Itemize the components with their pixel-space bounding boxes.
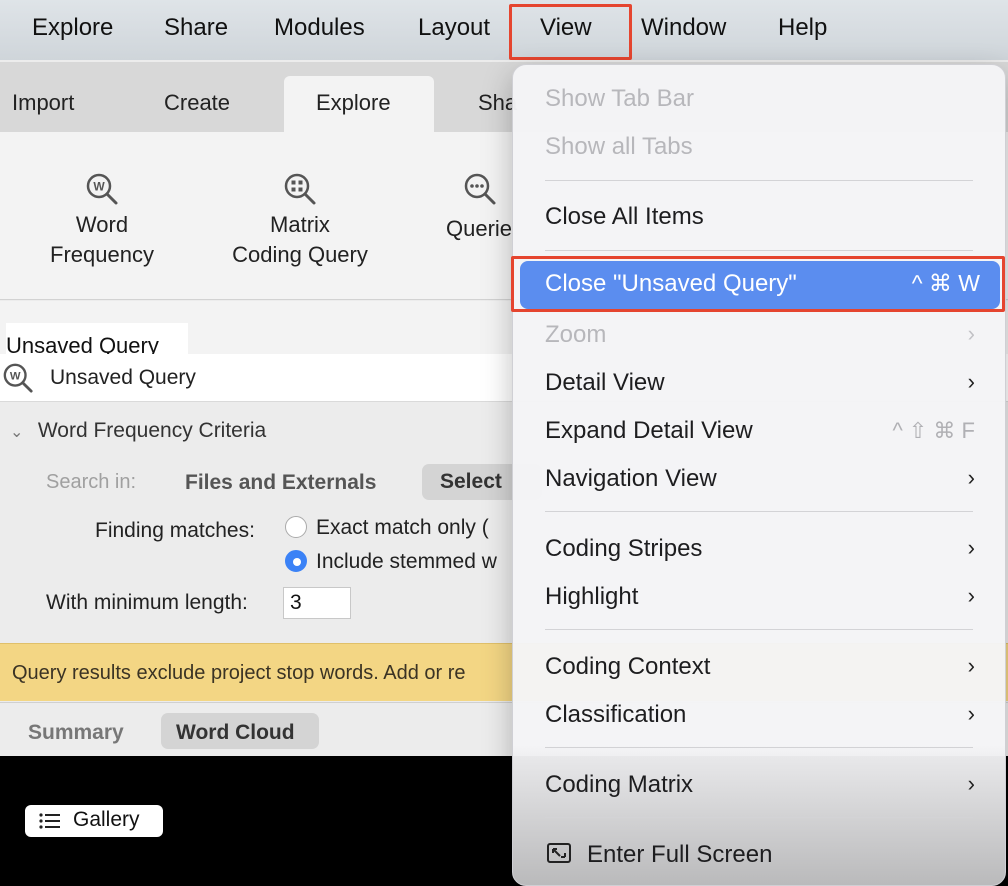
menu-item-zoom[interactable]: Zoom	[545, 321, 606, 349]
chevron-right-icon: ›	[967, 369, 975, 394]
queries-icon	[464, 173, 496, 205]
tab-word-cloud[interactable]: Word Cloud	[176, 721, 295, 745]
word-frequency-query-icon: W	[3, 363, 33, 393]
expand-detail-view-shortcut: ^ ⇧ ⌘ F	[892, 418, 975, 443]
menu-item-coding-stripes[interactable]: Coding Stripes	[545, 535, 702, 563]
tab-create[interactable]: Create	[164, 90, 230, 116]
view-menu-annotation-box	[509, 4, 632, 60]
minimum-length-input[interactable]: 3	[283, 587, 351, 619]
menu-item-enter-full-screen[interactable]: Enter Full Screen	[587, 841, 772, 869]
matrix-query-label-2: Coding Query	[232, 242, 368, 267]
query-name: Unsaved Query	[50, 366, 196, 389]
menu-separator	[545, 250, 973, 251]
menu-separator	[545, 180, 973, 181]
exact-match-label: Exact match only (	[316, 516, 489, 539]
chevron-right-icon: ›	[967, 465, 975, 490]
menu-modules[interactable]: Modules	[274, 14, 365, 42]
view-dropdown-menu: Show Tab Bar Show all Tabs Close All Ite…	[512, 64, 1006, 886]
matrix-coding-query-button[interactable]: Matrix Coding Query	[220, 172, 380, 270]
svg-text:W: W	[10, 370, 21, 382]
queries-label: Querie	[446, 216, 513, 241]
query-title: Unsaved Query	[6, 323, 188, 355]
tab-summary[interactable]: Summary	[28, 721, 124, 745]
criteria-heading: Word Frequency Criteria	[37, 419, 267, 442]
tab-explore[interactable]: Explore	[316, 90, 391, 116]
minimum-length-label: With minimum length:	[46, 591, 248, 614]
chevron-right-icon: ›	[967, 583, 975, 608]
full-screen-icon	[547, 843, 571, 863]
menu-bar: Explore Share Modules Layout View Window…	[0, 0, 1008, 60]
menu-item-expand-detail-view[interactable]: Expand Detail View	[545, 417, 753, 445]
word-frequency-label-2: Frequency	[50, 242, 154, 267]
chevron-right-icon: ›	[967, 701, 975, 726]
menu-item-close-all-items[interactable]: Close All Items	[545, 203, 704, 231]
stemmed-words-label: Include stemmed w	[316, 550, 497, 573]
word-frequency-label-1: Word	[75, 212, 129, 237]
menu-item-show-tab-bar[interactable]: Show Tab Bar	[545, 85, 694, 113]
search-in-value: Files and Externals	[185, 471, 377, 494]
svg-text:W: W	[93, 180, 105, 194]
menu-help[interactable]: Help	[778, 14, 827, 42]
chevron-right-icon: ›	[967, 321, 975, 346]
gallery-button[interactable]: Gallery	[25, 805, 163, 837]
menu-item-coding-matrix[interactable]: Coding Matrix	[545, 771, 693, 799]
search-in-label: Search in:	[46, 471, 137, 493]
matrix-query-label-1: Matrix	[270, 212, 330, 237]
menu-item-show-all-tabs[interactable]: Show all Tabs	[545, 133, 693, 161]
chevron-right-icon: ›	[967, 653, 975, 678]
queries-button[interactable]: Querie	[440, 172, 520, 244]
menu-item-navigation-view[interactable]: Navigation View	[545, 465, 717, 493]
word-frequency-icon: W	[86, 173, 118, 205]
menu-item-highlight[interactable]: Highlight	[545, 583, 638, 611]
word-frequency-button[interactable]: W Word Frequency	[40, 172, 164, 270]
list-icon	[39, 813, 60, 829]
menu-explore[interactable]: Explore	[32, 14, 113, 42]
banner-text: Query results exclude project stop words…	[12, 662, 466, 684]
close-unsaved-query-annotation-box	[511, 256, 1005, 312]
menu-layout[interactable]: Layout	[418, 14, 490, 42]
menu-item-classification[interactable]: Classification	[545, 701, 686, 729]
tab-import[interactable]: Import	[12, 90, 74, 116]
criteria-header[interactable]: ⌄ Word Frequency Criteria	[10, 419, 266, 443]
finding-matches-label: Finding matches:	[95, 519, 255, 542]
chevron-right-icon: ›	[967, 535, 975, 560]
chevron-right-icon: ›	[967, 771, 975, 796]
chevron-down-icon: ⌄	[10, 424, 24, 441]
exact-match-radio[interactable]	[285, 516, 307, 538]
menu-separator	[545, 817, 973, 818]
stemmed-words-radio[interactable]	[285, 550, 307, 572]
menu-separator	[545, 629, 973, 630]
matrix-query-icon	[284, 173, 316, 205]
menu-item-coding-context[interactable]: Coding Context	[545, 653, 710, 681]
menu-window[interactable]: Window	[641, 14, 726, 42]
gallery-label: Gallery	[73, 808, 140, 831]
menu-separator	[545, 511, 973, 512]
menu-share[interactable]: Share	[164, 14, 228, 42]
menu-item-detail-view[interactable]: Detail View	[545, 369, 665, 397]
